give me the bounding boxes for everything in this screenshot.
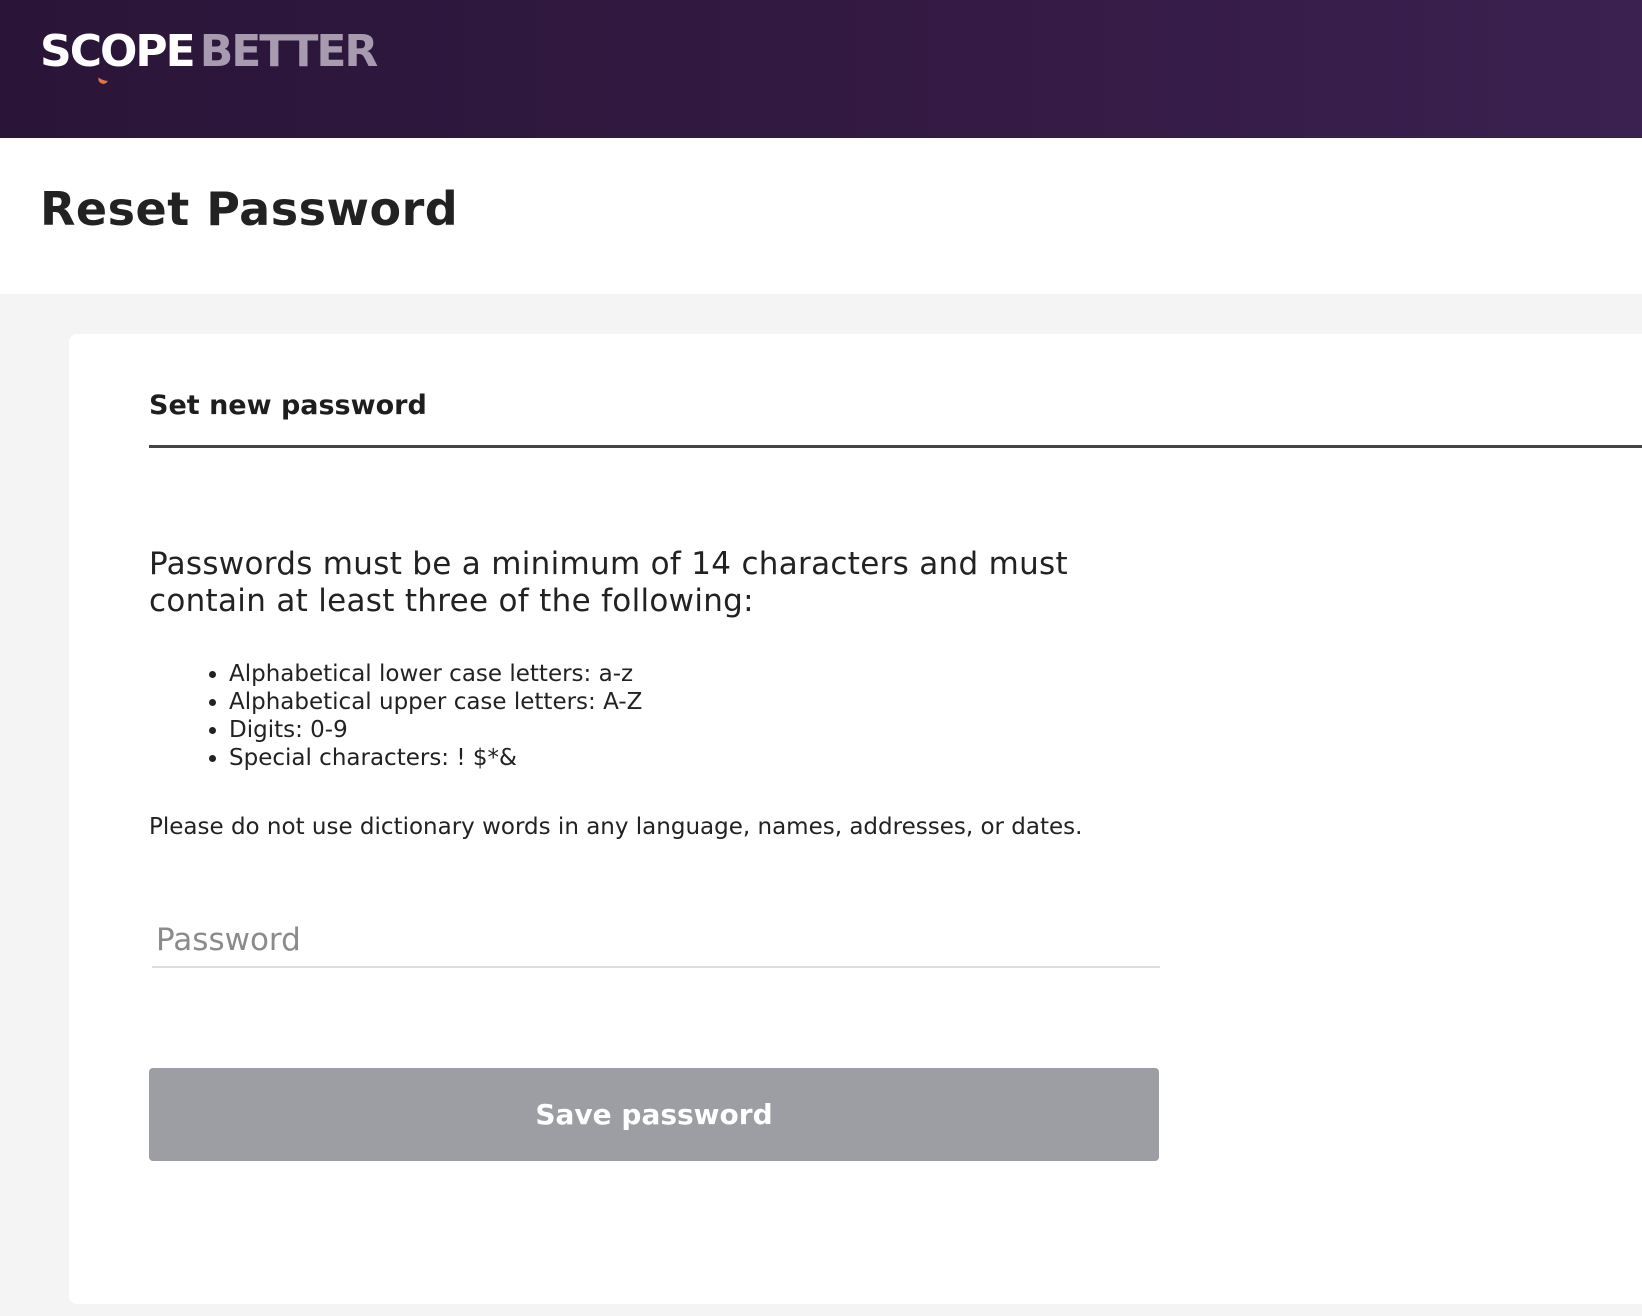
password-note: Please do not use dictionary words in an… — [149, 814, 1083, 840]
requirement-special: Special characters: ! $*& — [229, 744, 642, 772]
logo-better-text: BETTER — [199, 26, 379, 77]
top-header: SCOPE BETTER — [0, 0, 1642, 138]
requirement-digits: Digits: 0-9 — [229, 716, 642, 744]
requirement-lowercase: Alphabetical lower case letters: a-z — [229, 660, 642, 688]
reset-password-card: Set new password Passwords must be a min… — [69, 334, 1642, 1304]
section-heading: Set new password — [149, 390, 427, 421]
logo-scope-text: SCOPE — [40, 26, 196, 77]
save-password-button[interactable]: Save password — [149, 1068, 1159, 1161]
requirement-uppercase: Alphabetical upper case letters: A-Z — [229, 688, 642, 716]
password-input[interactable] — [152, 914, 1160, 968]
password-requirements-list: Alphabetical lower case letters: a-z Alp… — [149, 660, 642, 772]
heading-divider — [149, 445, 1642, 448]
title-band: Reset Password — [0, 138, 1642, 294]
scopebetter-logo[interactable]: SCOPE BETTER — [40, 26, 379, 86]
page-title: Reset Password — [40, 182, 459, 236]
password-policy-intro: Passwords must be a minimum of 14 charac… — [149, 546, 1068, 619]
